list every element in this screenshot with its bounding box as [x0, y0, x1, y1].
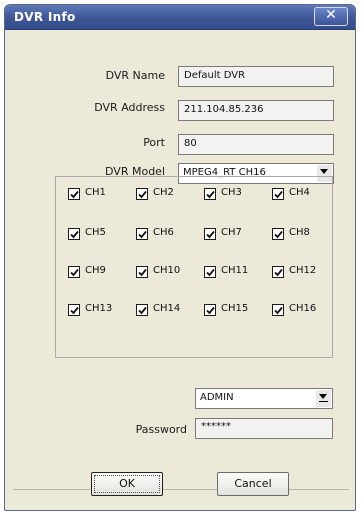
channel-label: CH7	[221, 227, 242, 238]
checkbox-box[interactable]	[204, 228, 216, 240]
close-button[interactable]: ✕	[314, 7, 348, 26]
checkmark-icon	[138, 230, 147, 239]
checkmark-icon	[70, 190, 79, 199]
channel-checkbox-ch6[interactable]: CH6	[136, 227, 198, 243]
channel-label: CH13	[85, 303, 113, 314]
checkbox-box[interactable]	[272, 266, 284, 278]
password-label: Password	[135, 423, 187, 436]
footer-divider	[13, 489, 349, 490]
checkmark-icon	[138, 306, 147, 315]
channel-label: CH3	[221, 187, 242, 198]
channel-label: CH5	[85, 227, 106, 238]
channel-checkbox-ch11[interactable]: CH11	[204, 265, 266, 281]
channel-label: CH10	[153, 265, 181, 276]
dialog-title: DVR Info	[14, 10, 76, 24]
checkbox-box[interactable]	[136, 304, 148, 316]
dvr-name-label: DVR Name	[105, 69, 165, 82]
cancel-button[interactable]: Cancel	[217, 472, 289, 496]
channel-label: CH15	[221, 303, 249, 314]
channel-checkbox-ch15[interactable]: CH15	[204, 303, 266, 319]
checkmark-icon	[274, 230, 283, 239]
channel-label: CH9	[85, 265, 106, 276]
checkbox-box[interactable]	[68, 228, 80, 240]
title-bar[interactable]: DVR Info ✕	[5, 5, 355, 30]
checkbox-box[interactable]	[136, 228, 148, 240]
channel-label: CH8	[289, 227, 310, 238]
channel-label: CH1	[85, 187, 106, 198]
ok-button[interactable]: OK	[91, 472, 163, 496]
channel-label: CH6	[153, 227, 174, 238]
password-field[interactable]: ******	[195, 418, 333, 439]
dvr-address-field[interactable]: 211.104.85.236	[178, 100, 334, 121]
close-icon: ✕	[325, 7, 337, 23]
checkmark-icon	[206, 230, 215, 239]
checkbox-box[interactable]	[272, 188, 284, 200]
checkmark-icon	[138, 190, 147, 199]
checkbox-box[interactable]	[272, 228, 284, 240]
channel-checkbox-ch7[interactable]: CH7	[204, 227, 266, 243]
user-value: ADMIN	[200, 392, 234, 403]
user-select[interactable]: ADMIN	[195, 388, 333, 409]
checkbox-box[interactable]	[136, 188, 148, 200]
channel-checkbox-ch5[interactable]: CH5	[68, 227, 130, 243]
channel-label: CH11	[221, 265, 249, 276]
checkmark-icon	[274, 268, 283, 277]
dvr-name-field[interactable]: Default DVR	[178, 66, 334, 87]
dvr-address-label: DVR Address	[94, 101, 165, 114]
checkbox-box[interactable]	[68, 266, 80, 278]
checkmark-icon	[70, 268, 79, 277]
chevron-down-icon[interactable]	[316, 390, 331, 407]
channel-label: CH14	[153, 303, 181, 314]
checkbox-box[interactable]	[68, 188, 80, 200]
checkbox-box[interactable]	[204, 304, 216, 316]
channel-group: CH1 CH2 CH3 CH4 CH5 CH6 CH7 CH8 CH9 CH10 CH11 CH12 C…	[55, 176, 333, 358]
checkbox-box[interactable]	[136, 266, 148, 278]
checkbox-box[interactable]	[204, 266, 216, 278]
checkmark-icon	[138, 268, 147, 277]
channel-label: CH16	[289, 303, 317, 314]
channel-checkbox-ch3[interactable]: CH3	[204, 187, 266, 203]
channel-checkbox-ch12[interactable]: CH12	[272, 265, 334, 281]
channel-label: CH2	[153, 187, 174, 198]
checkmark-icon	[206, 268, 215, 277]
channel-checkbox-ch14[interactable]: CH14	[136, 303, 198, 319]
dvr-info-dialog: DVR Info ✕ DVR Name Default DVR DVR Addr…	[4, 4, 356, 511]
channel-checkbox-ch16[interactable]: CH16	[272, 303, 334, 319]
checkmark-icon	[70, 230, 79, 239]
channel-checkbox-ch4[interactable]: CH4	[272, 187, 334, 203]
checkbox-box[interactable]	[272, 304, 284, 316]
checkmark-icon	[274, 306, 283, 315]
channel-label: CH12	[289, 265, 317, 276]
port-field[interactable]: 80	[178, 134, 334, 155]
checkbox-box[interactable]	[204, 188, 216, 200]
channel-checkbox-ch9[interactable]: CH9	[68, 265, 130, 281]
checkmark-icon	[206, 190, 215, 199]
channel-checkbox-ch1[interactable]: CH1	[68, 187, 130, 203]
channel-checkbox-ch13[interactable]: CH13	[68, 303, 130, 319]
channel-checkbox-ch8[interactable]: CH8	[272, 227, 334, 243]
port-label: Port	[143, 136, 165, 149]
checkmark-icon	[206, 306, 215, 315]
checkmark-icon	[70, 306, 79, 315]
channel-checkbox-ch10[interactable]: CH10	[136, 265, 198, 281]
checkmark-icon	[274, 190, 283, 199]
channel-checkbox-ch2[interactable]: CH2	[136, 187, 198, 203]
checkbox-box[interactable]	[68, 304, 80, 316]
channel-label: CH4	[289, 187, 310, 198]
